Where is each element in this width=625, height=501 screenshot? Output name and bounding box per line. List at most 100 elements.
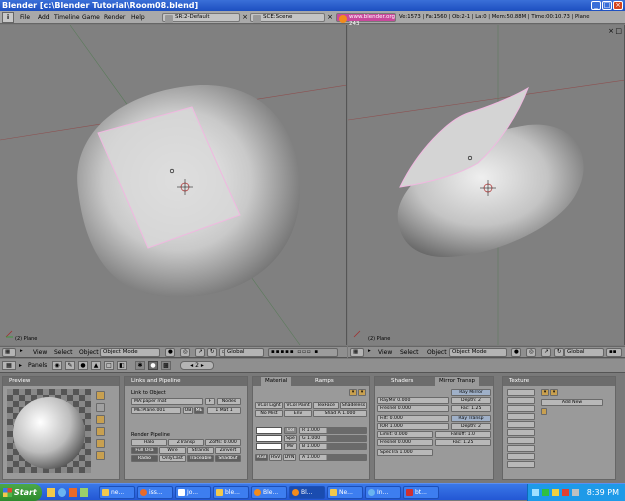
header-collapse-icon-right[interactable]: ▸ xyxy=(366,348,374,357)
task-bt[interactable]: bt... xyxy=(403,486,439,499)
preview-sky-icon[interactable] xyxy=(96,451,105,460)
screen-selector[interactable]: SR:2-Default xyxy=(162,13,240,23)
scene-context-icon[interactable]: ◧ xyxy=(117,361,127,370)
alpha-slider[interactable]: A 1.000 xyxy=(299,454,367,461)
clock[interactable]: 8:39 PM xyxy=(587,484,619,501)
texture-channel-6[interactable] xyxy=(507,429,535,436)
task-browser[interactable]: iss... xyxy=(137,486,173,499)
manipulator-icon-right[interactable]: ↗ xyxy=(541,348,551,357)
object-menu-right[interactable]: Object xyxy=(427,349,447,356)
scene-delete-icon[interactable]: × xyxy=(326,13,334,22)
zoffs-field[interactable]: Zoffs: 0.000 xyxy=(205,439,241,446)
full-osa-button[interactable]: Full Osa xyxy=(131,447,158,454)
tray-security-icon[interactable] xyxy=(542,489,549,496)
minimize-button[interactable]: _ xyxy=(591,1,601,10)
quicklaunch-folder-icon[interactable] xyxy=(47,488,55,497)
orientation-dropdown-right[interactable]: Global xyxy=(564,348,604,357)
menu-help[interactable]: Help xyxy=(131,11,145,24)
halo-button[interactable]: Halo xyxy=(131,439,167,446)
object-menu[interactable]: Object xyxy=(79,349,99,356)
radio-button[interactable]: Radio xyxy=(131,455,158,462)
color-swatch[interactable] xyxy=(256,427,282,434)
menu-render[interactable]: Render xyxy=(104,11,125,24)
vcol-light-button[interactable]: VCol Light xyxy=(255,402,283,409)
material-index-field[interactable]: 1 Mat 1 xyxy=(207,407,241,414)
falloff-field[interactable]: Falloff: 1.0 xyxy=(435,431,491,438)
transp-fac-field[interactable]: Fac: 1.25 xyxy=(435,439,491,446)
quicklaunch-ie-icon[interactable] xyxy=(58,488,66,497)
view-menu-right[interactable]: View xyxy=(378,349,392,356)
material-subcontext-icon[interactable]: ● xyxy=(148,361,158,370)
rgb-mode-button[interactable]: RGB xyxy=(255,454,268,461)
mirror-fac-field[interactable]: Fac: 1.25 xyxy=(451,405,491,412)
maximize-button[interactable]: □ xyxy=(602,1,612,10)
script-context-icon[interactable]: ✎ xyxy=(65,361,75,370)
dyn-button[interactable]: DYN xyxy=(283,454,296,461)
mir-button[interactable]: Mir xyxy=(284,443,297,450)
preview-flat-icon[interactable] xyxy=(96,391,105,400)
texture-copy-icon[interactable]: ▾ xyxy=(541,389,549,396)
lamp-subcontext-icon[interactable]: ✱ xyxy=(135,361,145,370)
menu-timeline[interactable]: Timeline xyxy=(54,11,80,24)
me-link-button[interactable]: ME xyxy=(194,407,204,414)
preview-cube-icon[interactable] xyxy=(96,415,105,424)
col-button[interactable]: Col xyxy=(284,427,297,434)
vcol-paint-button[interactable]: VCol Paint xyxy=(284,402,312,409)
screen-delete-icon[interactable]: × xyxy=(241,13,249,22)
select-menu-right[interactable]: Select xyxy=(400,349,419,356)
onlycast-button[interactable]: OnlyCast xyxy=(159,455,186,462)
texture-channel-2[interactable] xyxy=(507,397,535,404)
ray-mirror-button[interactable]: Ray Mirror xyxy=(451,389,491,396)
transp-fresnel-field[interactable]: Fresnel 0.000 xyxy=(377,439,433,446)
preview-monkey-icon[interactable] xyxy=(96,427,105,436)
task-document[interactable]: Jo... xyxy=(175,486,211,499)
tab-material[interactable]: Material xyxy=(261,377,292,386)
editor-type-icon-right[interactable]: ▦ xyxy=(350,348,364,357)
texture-channel-5[interactable] xyxy=(507,421,535,428)
object-context-icon[interactable]: ▲ xyxy=(91,361,101,370)
menu-game[interactable]: Game xyxy=(82,11,100,24)
texture-paste-icon[interactable]: ▾ xyxy=(550,389,558,396)
tray-volume-icon[interactable] xyxy=(552,489,559,496)
frame-counter[interactable]: ◂ 2 ▸ xyxy=(180,361,214,370)
spectra-field[interactable]: SpecTra 1.000 xyxy=(377,449,433,456)
tab-mirror-transp[interactable]: Mirror Transp xyxy=(435,377,479,386)
panels-menu[interactable]: Panels xyxy=(28,362,47,369)
limit-field[interactable]: Limit: 0.000 xyxy=(377,431,433,438)
fake-user-button[interactable]: F xyxy=(205,398,215,405)
viewport-right-close-icon[interactable]: × xyxy=(608,27,614,35)
start-button[interactable]: Start xyxy=(0,484,42,501)
texture-channel-4[interactable] xyxy=(507,413,535,420)
scene-selector[interactable]: SCE:Scene xyxy=(250,13,325,23)
close-button[interactable]: × xyxy=(613,1,623,10)
shadeless-button[interactable]: Shadeless xyxy=(340,402,367,409)
task-blender-1[interactable]: Ble... xyxy=(251,486,287,499)
toolstrip-collapse-icon[interactable]: ▸ xyxy=(19,362,22,369)
hsv-mode-button[interactable]: HSV xyxy=(269,454,282,461)
nodes-button[interactable]: Nodes xyxy=(217,398,241,405)
tray-misc-icon[interactable] xyxy=(572,489,579,496)
raymir-slider[interactable]: RayMir 0.000 xyxy=(377,397,449,404)
pivot-icon-right[interactable]: ◎ xyxy=(526,348,536,357)
texture-channel-3[interactable] xyxy=(507,405,535,412)
mesh-name-field[interactable]: ME:Plane.001 xyxy=(131,407,181,414)
task-blender-active[interactable]: Bl... xyxy=(289,486,325,499)
spe-button[interactable]: Spe xyxy=(284,435,297,442)
add-new-texture-button[interactable]: Add New xyxy=(541,399,603,406)
traceable-button[interactable]: Traceable xyxy=(187,455,214,462)
orientation-dropdown[interactable]: Global xyxy=(224,348,264,357)
transp-depth-field[interactable]: Depth: 2 xyxy=(451,423,491,430)
draw-type-icon[interactable]: ● xyxy=(165,348,175,357)
viewport-right[interactable]: (2) Plane × □ xyxy=(348,25,625,345)
quicklaunch-desktop-icon[interactable] xyxy=(80,488,88,497)
select-menu[interactable]: Select xyxy=(54,349,73,356)
rotate-manipulator-icon[interactable]: ↻ xyxy=(207,348,217,357)
task-folder-ne[interactable]: Ne... xyxy=(327,486,363,499)
env-button[interactable]: Env xyxy=(284,410,312,417)
menu-add[interactable]: Add xyxy=(38,11,50,24)
green-slider[interactable]: G 1.000 xyxy=(299,435,367,442)
manipulator-icon[interactable]: ↗ xyxy=(195,348,205,357)
viewport-right-max-icon[interactable]: □ xyxy=(615,27,622,35)
texture-subcontext-icon[interactable]: ▩ xyxy=(161,361,171,370)
blender-org-link[interactable]: www.blender.org 243 xyxy=(336,13,396,27)
